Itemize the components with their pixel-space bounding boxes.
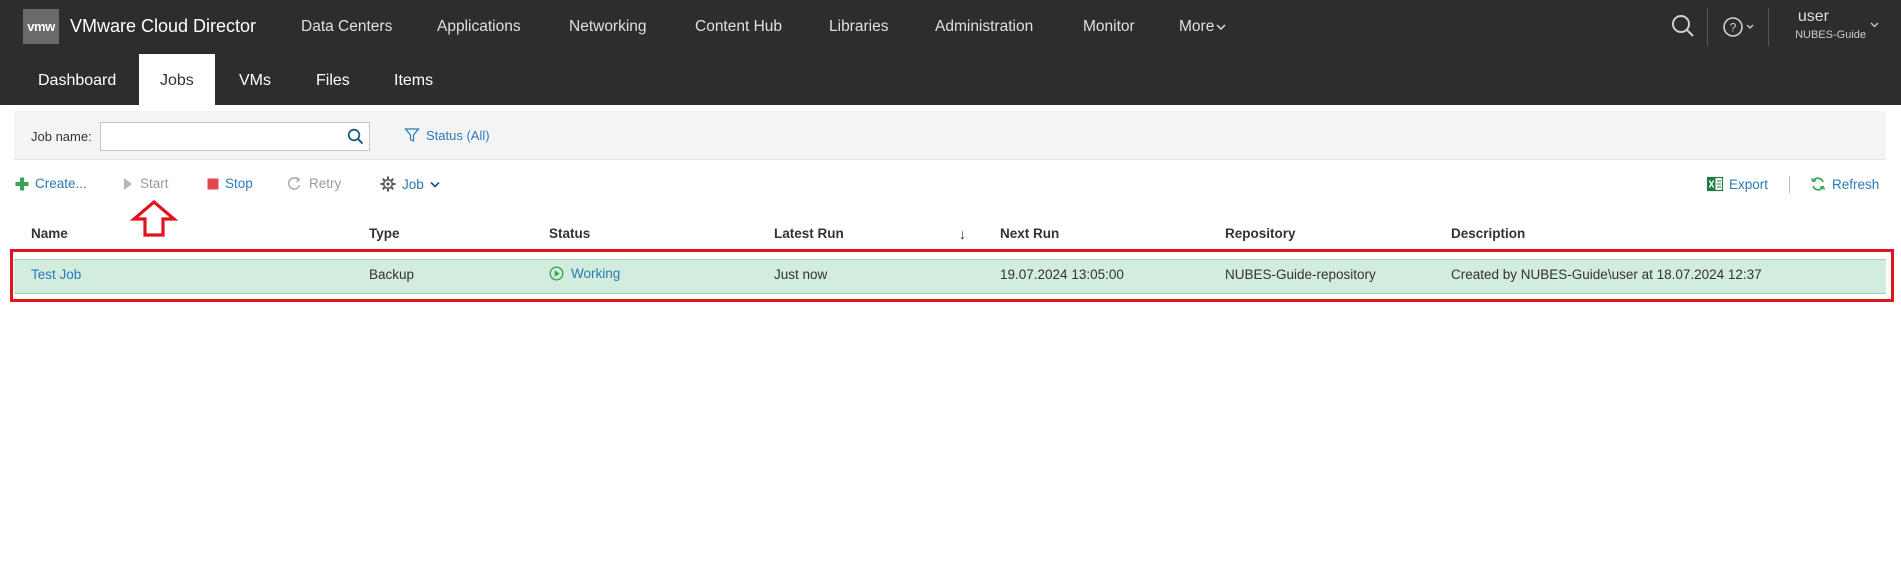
column-header-repository[interactable]: Repository bbox=[1225, 226, 1296, 241]
svg-text:?: ? bbox=[1730, 21, 1737, 35]
job-status-label: Working bbox=[571, 266, 621, 281]
excel-icon bbox=[1707, 176, 1723, 192]
tab-jobs[interactable]: Jobs bbox=[139, 54, 215, 105]
chevron-down-icon bbox=[430, 181, 440, 188]
nav-monitor[interactable]: Monitor bbox=[1083, 18, 1135, 36]
export-label: Export bbox=[1729, 176, 1769, 192]
header-divider bbox=[1768, 8, 1769, 46]
refresh-icon bbox=[1810, 177, 1826, 191]
nav-data-centers[interactable]: Data Centers bbox=[301, 18, 392, 36]
create-label: Create... bbox=[35, 176, 87, 191]
job-next-run: 19.07.2024 13:05:00 bbox=[1000, 267, 1124, 282]
play-icon bbox=[124, 177, 132, 190]
nav-libraries[interactable]: Libraries bbox=[829, 18, 888, 36]
column-header-name[interactable]: Name bbox=[31, 226, 68, 241]
tab-dashboard[interactable]: Dashboard bbox=[17, 54, 137, 105]
nav-more[interactable]: More bbox=[1179, 18, 1226, 36]
running-status-icon bbox=[549, 266, 564, 281]
filter-icon bbox=[404, 128, 420, 142]
refresh-button[interactable]: Refresh bbox=[1810, 176, 1879, 192]
vmware-logo[interactable]: vmw bbox=[23, 9, 59, 44]
column-header-status[interactable]: Status bbox=[549, 226, 590, 241]
job-type: Backup bbox=[369, 267, 415, 282]
tab-vms[interactable]: VMs bbox=[218, 54, 292, 105]
export-button[interactable]: Export bbox=[1707, 176, 1768, 192]
nav-content-hub[interactable]: Content Hub bbox=[695, 18, 782, 36]
app-title[interactable]: VMware Cloud Director bbox=[70, 16, 256, 37]
toolbar-divider bbox=[1789, 176, 1790, 193]
filter-bar: Job name: Status (All) bbox=[14, 111, 1886, 160]
user-org[interactable]: NUBES-Guide bbox=[1795, 29, 1866, 41]
nav-networking[interactable]: Networking bbox=[569, 18, 647, 36]
sort-descending-icon[interactable]: ↓ bbox=[959, 226, 966, 242]
stop-button[interactable]: Stop bbox=[207, 176, 253, 191]
retry-icon bbox=[287, 176, 301, 190]
job-name-link[interactable]: Test Job bbox=[31, 267, 81, 282]
status-filter[interactable]: Status (All) bbox=[404, 127, 490, 143]
create-button[interactable]: Create... bbox=[15, 176, 87, 191]
gear-icon bbox=[380, 176, 396, 192]
start-button[interactable]: Start bbox=[122, 176, 169, 191]
retry-button[interactable]: Retry bbox=[287, 176, 341, 191]
plus-icon bbox=[15, 177, 29, 190]
job-latest-run: Just now bbox=[774, 267, 828, 282]
top-header: vmw VMware Cloud Director Data Centers A… bbox=[0, 0, 1901, 54]
refresh-label: Refresh bbox=[1832, 176, 1880, 192]
user-menu-chevron-icon[interactable] bbox=[1870, 22, 1879, 28]
status-filter-label: Status (All) bbox=[426, 127, 490, 143]
job-description: Created by NUBES-Guide\user at 18.07.202… bbox=[1451, 267, 1762, 282]
job-status[interactable]: Working bbox=[549, 266, 620, 281]
tab-items[interactable]: Items bbox=[373, 54, 454, 105]
column-header-latest-run[interactable]: Latest Run bbox=[774, 226, 844, 241]
tab-files[interactable]: Files bbox=[295, 54, 371, 105]
nav-applications[interactable]: Applications bbox=[437, 18, 521, 36]
search-icon[interactable] bbox=[347, 128, 364, 145]
job-name-label: Job name: bbox=[31, 129, 92, 144]
search-icon[interactable] bbox=[1671, 14, 1695, 38]
help-icon[interactable]: ? bbox=[1722, 16, 1756, 38]
job-label: Job bbox=[402, 176, 424, 192]
header-divider bbox=[1707, 8, 1708, 46]
stop-icon bbox=[207, 178, 219, 189]
column-header-type[interactable]: Type bbox=[369, 226, 400, 241]
column-header-next-run[interactable]: Next Run bbox=[1000, 226, 1059, 241]
column-header-description[interactable]: Description bbox=[1451, 226, 1525, 241]
annotation-arrow-icon bbox=[129, 200, 179, 237]
job-name-input[interactable] bbox=[100, 122, 370, 151]
stop-label: Stop bbox=[225, 176, 253, 191]
retry-label: Retry bbox=[309, 176, 342, 191]
sub-navigation: Dashboard Jobs VMs Files Items bbox=[0, 54, 1901, 105]
user-name[interactable]: user bbox=[1798, 8, 1829, 26]
nav-more-label: More bbox=[1179, 18, 1215, 35]
start-label: Start bbox=[140, 176, 169, 191]
chevron-down-icon bbox=[1216, 24, 1226, 31]
job-menu-button[interactable]: Job bbox=[380, 176, 440, 192]
nav-administration[interactable]: Administration bbox=[935, 18, 1033, 36]
job-repository: NUBES-Guide-repository bbox=[1225, 267, 1376, 282]
